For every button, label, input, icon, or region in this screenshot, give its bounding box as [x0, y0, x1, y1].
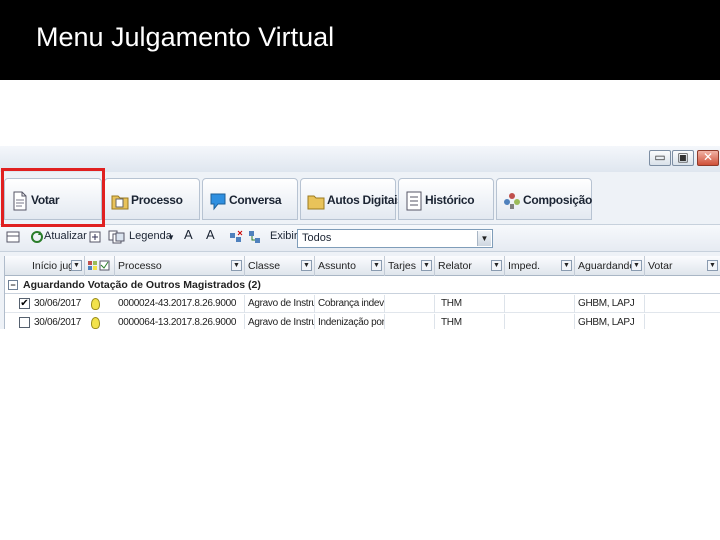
cell-imped [505, 314, 575, 329]
chevron-down-icon: ▼ [477, 231, 491, 246]
close-button[interactable]: ✕ [697, 150, 719, 166]
cell-classe: Agravo de Instrume [245, 314, 315, 329]
cell-relator: THM [435, 295, 505, 313]
refresh-button[interactable]: Atualizar [44, 230, 87, 248]
col-imped[interactable]: Imped. ▼ [505, 256, 575, 276]
app-window: ▭ ▣ ✕ Votar Processo Conversa Autos Digi… [0, 146, 720, 329]
tab-autos-digitais[interactable]: Autos Digitais [300, 178, 404, 220]
cell-aguardando: GHBM, LAPJ [575, 314, 645, 329]
show-label: Exibir: [270, 230, 301, 242]
highlight-box [1, 168, 105, 227]
toolbar: Atualizar Legenda ▼ A A Exibir: Todos ▼ [0, 224, 720, 252]
col-classe[interactable]: Classe ▼ [245, 256, 315, 276]
cell-assunto: Cobrança indevida [315, 295, 385, 313]
col-status-icons[interactable] [85, 256, 115, 276]
cell-classe: Agravo de Instrume [245, 295, 315, 313]
cell-votar [645, 295, 720, 313]
cell-relator: THM [435, 314, 505, 329]
cell-date: 30/06/2017 [34, 317, 82, 328]
chevron-down-icon[interactable]: ▼ [707, 260, 718, 271]
col-aguardando[interactable]: Aguardando ▼ [575, 256, 645, 276]
minimize-button[interactable]: ▭ [649, 150, 671, 166]
group-row-aguardando[interactable]: − Aguardando Votação de Outros Magistrad… [5, 277, 720, 294]
col-inicio-jug[interactable]: Início jug. ▼ [5, 256, 85, 276]
col-relator[interactable]: Relator ▼ [435, 256, 505, 276]
cell-tarjas [385, 314, 435, 329]
people-icon [504, 193, 520, 209]
slide-title-bar: Menu Julgamento Virtual [0, 0, 720, 80]
chevron-down-icon[interactable]: ▼ [71, 260, 82, 271]
legend-dropdown-icon[interactable]: ▼ [167, 233, 175, 251]
close-icon: ✕ [702, 150, 714, 164]
chevron-down-icon[interactable]: ▼ [561, 260, 572, 271]
legend-button[interactable]: Legenda [129, 230, 172, 248]
chat-bubble-icon [210, 193, 226, 211]
folder-icon [307, 195, 325, 210]
collapse-toggle-icon[interactable]: − [8, 280, 18, 290]
chevron-down-icon[interactable]: ▼ [231, 260, 242, 271]
cell-processo: 0000024-43.2017.8.26.9000 [115, 295, 245, 313]
filter-clear-icon[interactable] [229, 230, 243, 244]
add-vote-icon[interactable] [88, 230, 102, 244]
font-increase-button[interactable]: A [184, 227, 193, 245]
tab-processo[interactable]: Processo [104, 178, 200, 220]
table-row[interactable]: ✔ 30/06/2017 0000024-43.2017.8.26.9000 A… [5, 295, 720, 313]
cell-date: 30/06/2017 [34, 298, 82, 309]
col-votar[interactable]: Votar ▼ [645, 256, 720, 276]
row-checkbox[interactable] [19, 317, 30, 328]
tab-processo-label: Processo [131, 193, 183, 207]
show-filter-select[interactable]: Todos ▼ [297, 229, 493, 248]
chevron-down-icon[interactable]: ▼ [631, 260, 642, 271]
font-decrease-button[interactable]: A [206, 227, 215, 245]
chevron-down-icon[interactable]: ▼ [371, 260, 382, 271]
maximize-icon: ▣ [677, 150, 689, 164]
cell-processo: 0000064-13.2017.8.26.9000 [115, 314, 245, 329]
minimize-icon: ▭ [654, 150, 666, 164]
tab-conversa[interactable]: Conversa [202, 178, 298, 220]
chevron-down-icon[interactable]: ▼ [421, 260, 432, 271]
maximize-button[interactable]: ▣ [672, 150, 694, 166]
row-checkbox[interactable]: ✔ [19, 298, 30, 309]
folder-icon [111, 195, 129, 210]
tab-conversa-label: Conversa [229, 193, 282, 207]
list-icon [406, 191, 422, 211]
tab-composicao[interactable]: Composição [496, 178, 592, 220]
chevron-down-icon[interactable]: ▼ [301, 260, 312, 271]
group-label: Aguardando Votação de Outros Magistrados… [23, 279, 261, 291]
tree-expand-icon[interactable] [248, 230, 262, 244]
refresh-icon[interactable] [30, 230, 44, 244]
grid-options-icon[interactable] [6, 230, 20, 244]
chevron-down-icon[interactable]: ▼ [491, 260, 502, 271]
cell-tarjas [385, 295, 435, 313]
col-assunto[interactable]: Assunto ▼ [315, 256, 385, 276]
legend-icon [115, 232, 125, 242]
window-title-bar: ▭ ▣ ✕ [0, 146, 720, 172]
status-bulb-icon [91, 317, 100, 329]
col-processo[interactable]: Processo ▼ [115, 256, 245, 276]
grid-header: Início jug. ▼ Processo ▼ Classe ▼ Assunto ▼ … [5, 256, 720, 276]
table-row[interactable]: 30/06/2017 0000064-13.2017.8.26.9000 Agr… [5, 314, 720, 329]
process-grid: Início jug. ▼ Processo ▼ Classe ▼ Assunto ▼ … [4, 256, 720, 329]
slide-title: Menu Julgamento Virtual [36, 22, 335, 52]
status-icons [88, 260, 110, 271]
status-bulb-icon [91, 298, 100, 310]
cell-imped [505, 295, 575, 313]
cell-assunto: Indenização por Da [315, 314, 385, 329]
tab-historico-label: Histórico [425, 193, 475, 207]
tab-historico[interactable]: Histórico [398, 178, 494, 220]
main-tabs: Votar Processo Conversa Autos Digitais H… [0, 178, 720, 222]
tab-composicao-label: Composição [523, 193, 593, 207]
col-tarjas[interactable]: Tarjes ▼ [385, 256, 435, 276]
show-filter-value: Todos [302, 232, 332, 244]
tab-autos-digitais-label: Autos Digitais [327, 193, 404, 207]
cell-votar [645, 314, 720, 329]
cell-aguardando: GHBM, LAPJ [575, 295, 645, 313]
